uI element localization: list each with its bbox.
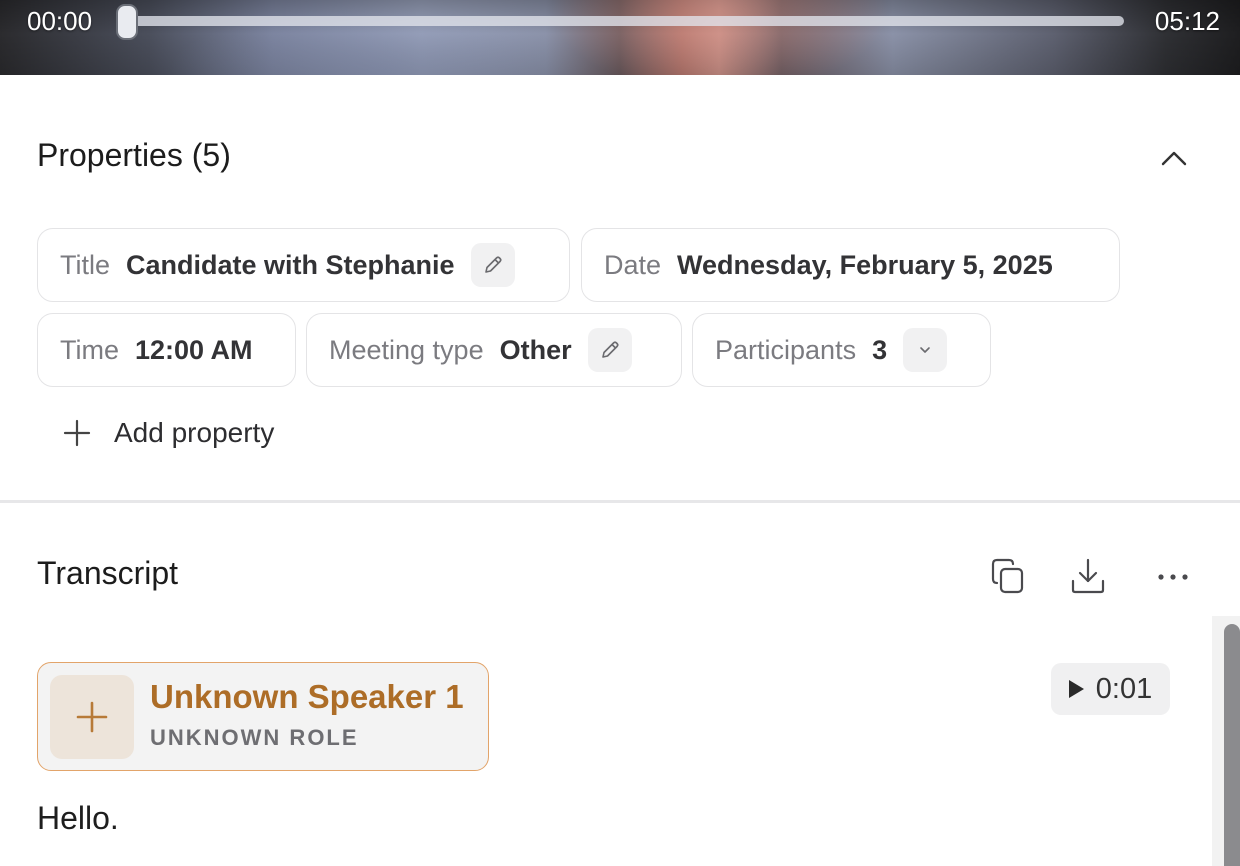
speaker-card[interactable]: Unknown Speaker 1 UNKNOWN ROLE: [37, 662, 489, 771]
chevron-up-icon: [1161, 151, 1187, 166]
property-value: Wednesday, February 5, 2025: [677, 249, 1053, 280]
property-value: 3: [872, 334, 888, 365]
video-player[interactable]: 00:00 05:12: [0, 0, 1240, 75]
property-value: Other: [499, 334, 572, 365]
pencil-icon: [484, 256, 502, 273]
section-divider: [0, 500, 1240, 503]
copy-transcript-button[interactable]: [986, 554, 1030, 598]
property-key: Participants: [715, 334, 857, 365]
transcript-heading: Transcript: [37, 555, 179, 591]
speaker-avatar: [50, 675, 134, 759]
speaker-role: UNKNOWN ROLE: [150, 725, 359, 750]
transcript-text: Hello.: [37, 800, 119, 836]
property-value: Candidate with Stephanie: [126, 249, 455, 280]
property-chip-meeting-type[interactable]: Meeting type Other: [306, 313, 682, 387]
property-key: Title: [60, 249, 111, 280]
segment-timestamp: 0:01: [1095, 672, 1153, 705]
add-property-label: Add property: [114, 417, 275, 448]
chevron-down-icon: [920, 347, 930, 353]
seek-bar[interactable]: [128, 16, 1124, 26]
edit-meeting-type-button[interactable]: [587, 328, 632, 372]
speaker-name: Unknown Speaker 1: [150, 678, 464, 715]
property-key: Date: [604, 249, 662, 280]
scrollbar-thumb[interactable]: [1224, 624, 1240, 866]
property-chip-participants[interactable]: Participants 3: [692, 313, 991, 387]
current-time: 00:00: [27, 6, 93, 36]
pencil-icon: [601, 341, 619, 358]
add-property-button[interactable]: Add property: [60, 410, 274, 456]
seek-handle[interactable]: [116, 4, 138, 40]
property-value: 12:00 AM: [135, 334, 253, 365]
plus-icon: [76, 701, 108, 733]
property-chip-title[interactable]: Title Candidate with Stephanie: [37, 228, 570, 302]
copy-icon: [991, 558, 1024, 594]
edit-title-button[interactable]: [470, 243, 515, 287]
expand-participants-button[interactable]: [903, 328, 948, 372]
property-chip-date[interactable]: Date Wednesday, February 5, 2025: [581, 228, 1120, 302]
property-chip-time[interactable]: Time 12:00 AM: [37, 313, 296, 387]
plus-icon: [63, 419, 91, 447]
more-options-button[interactable]: [1150, 554, 1194, 598]
download-icon: [1071, 558, 1105, 594]
more-icon: [1158, 574, 1188, 580]
property-key: Time: [60, 334, 119, 365]
duration-time: 05:12: [1154, 6, 1220, 36]
download-transcript-button[interactable]: [1066, 554, 1110, 598]
property-key: Meeting type: [329, 334, 484, 365]
play-segment-button[interactable]: 0:01: [1051, 663, 1170, 715]
properties-heading: Properties (5): [37, 137, 231, 173]
collapse-properties-button[interactable]: [1156, 140, 1192, 176]
play-icon: [1068, 680, 1084, 698]
